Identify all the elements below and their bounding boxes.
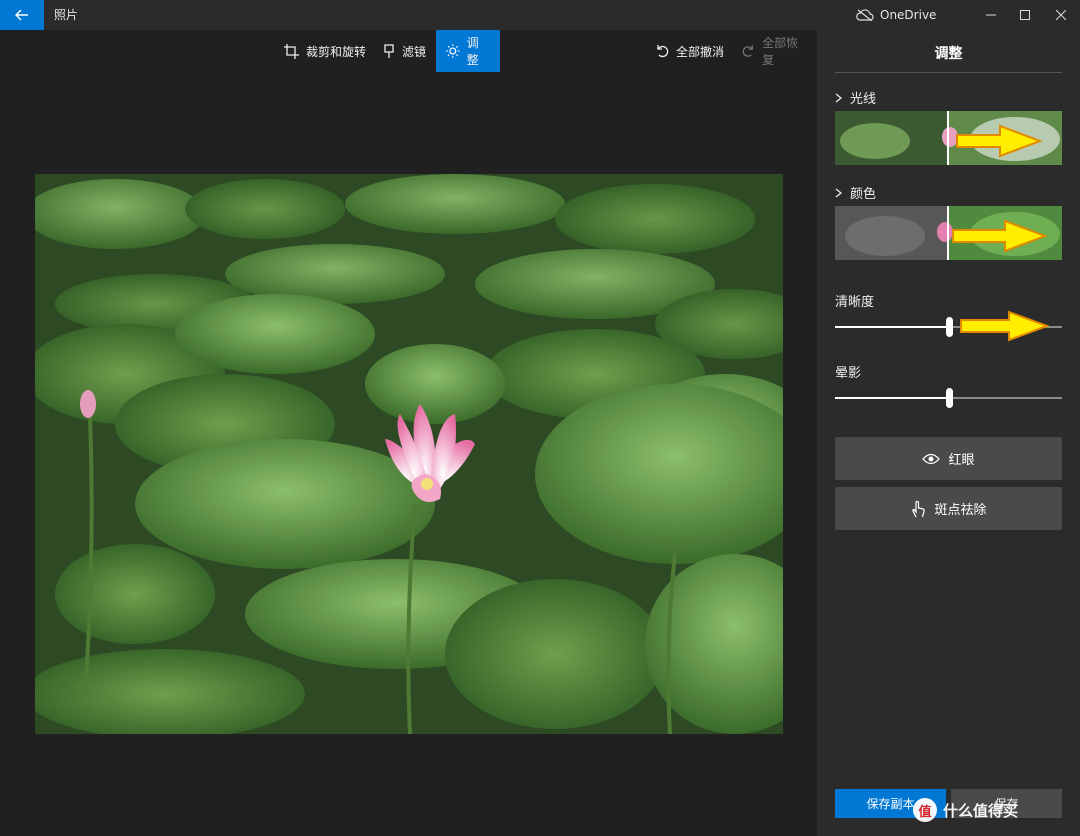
annotation-arrow (960, 310, 1049, 342)
redo-all-button[interactable]: 全部恢复 (732, 30, 817, 72)
clarity-slider-thumb[interactable] (945, 317, 953, 337)
maximize-icon (1020, 10, 1030, 20)
clarity-slider-fill (835, 326, 949, 328)
watermark-logo: 值 (913, 798, 937, 822)
back-arrow-icon (15, 9, 28, 21)
spot-fix-button[interactable]: 斑点祛除 (835, 487, 1062, 530)
color-preview-image (835, 206, 1062, 260)
onedrive-label: OneDrive (880, 8, 937, 22)
vignette-slider-fill (835, 397, 949, 399)
adjust-tab[interactable]: 调整 (436, 30, 500, 72)
minimize-button[interactable] (974, 0, 1008, 30)
adjust-panel: 调整 光线 颜色 清晰度 晕影 红眼 斑点祛除 保存副本 保存 值 什么值得买 (817, 30, 1080, 836)
crop-icon (284, 43, 299, 59)
photo-canvas[interactable] (35, 174, 783, 734)
cloud-offline-icon (856, 9, 874, 21)
touch-hand-icon (912, 500, 926, 517)
back-button[interactable] (0, 0, 44, 30)
color-section-toggle[interactable]: 颜色 (835, 183, 876, 202)
watermark: 值 什么值得买 (913, 790, 1073, 830)
watermark-text: 什么值得买 (943, 801, 1019, 820)
clarity-label: 清晰度 (835, 295, 875, 310)
close-icon (1056, 10, 1066, 20)
redo-icon (742, 45, 753, 57)
color-label: 颜色 (850, 187, 877, 202)
chevron-right-icon (835, 92, 842, 103)
color-preview-slider[interactable] (835, 206, 1062, 260)
undo-icon (657, 45, 669, 58)
filter-button[interactable]: 滤镜 (373, 30, 436, 72)
maximize-button[interactable] (1008, 0, 1042, 30)
red-eye-label: 红眼 (948, 453, 975, 468)
light-preview-image (835, 111, 1062, 165)
crop-rotate-button[interactable]: 裁剪和旋转 (274, 30, 376, 72)
vignette-label: 晕影 (835, 366, 862, 381)
red-eye-button[interactable]: 红眼 (835, 437, 1062, 480)
lotus-photo (35, 174, 783, 734)
title-bar: 照片 OneDrive (0, 0, 1080, 30)
vignette-slider-thumb[interactable] (945, 388, 953, 408)
undo-all-button[interactable]: 全部撤消 (645, 30, 734, 72)
app-title: 照片 (54, 8, 79, 22)
brightness-icon (446, 44, 460, 58)
eye-icon (922, 453, 941, 464)
chevron-right-icon (835, 187, 842, 198)
editor-area: 裁剪和旋转 滤镜 调整 全部撤消 全部恢复 (0, 30, 817, 836)
light-section-toggle[interactable]: 光线 (835, 88, 876, 107)
filter-brush-icon (384, 43, 394, 58)
minimize-icon (986, 14, 996, 16)
panel-divider (835, 72, 1062, 73)
light-label: 光线 (850, 92, 877, 107)
redo-all-label: 全部恢复 (762, 36, 799, 67)
light-preview-slider[interactable] (835, 111, 1062, 165)
spot-fix-label: 斑点祛除 (934, 503, 987, 518)
editor-toolbar: 裁剪和旋转 滤镜 调整 全部撤消 全部恢复 (0, 30, 817, 72)
onedrive-status[interactable]: OneDrive (856, 0, 936, 30)
adjust-label: 调整 (466, 36, 479, 67)
filter-label: 滤镜 (402, 44, 427, 59)
panel-title: 调整 (934, 46, 963, 62)
crop-rotate-label: 裁剪和旋转 (306, 44, 367, 59)
close-button[interactable] (1044, 0, 1078, 30)
undo-all-label: 全部撤消 (676, 44, 725, 59)
vignette-slider[interactable] (835, 388, 1062, 408)
